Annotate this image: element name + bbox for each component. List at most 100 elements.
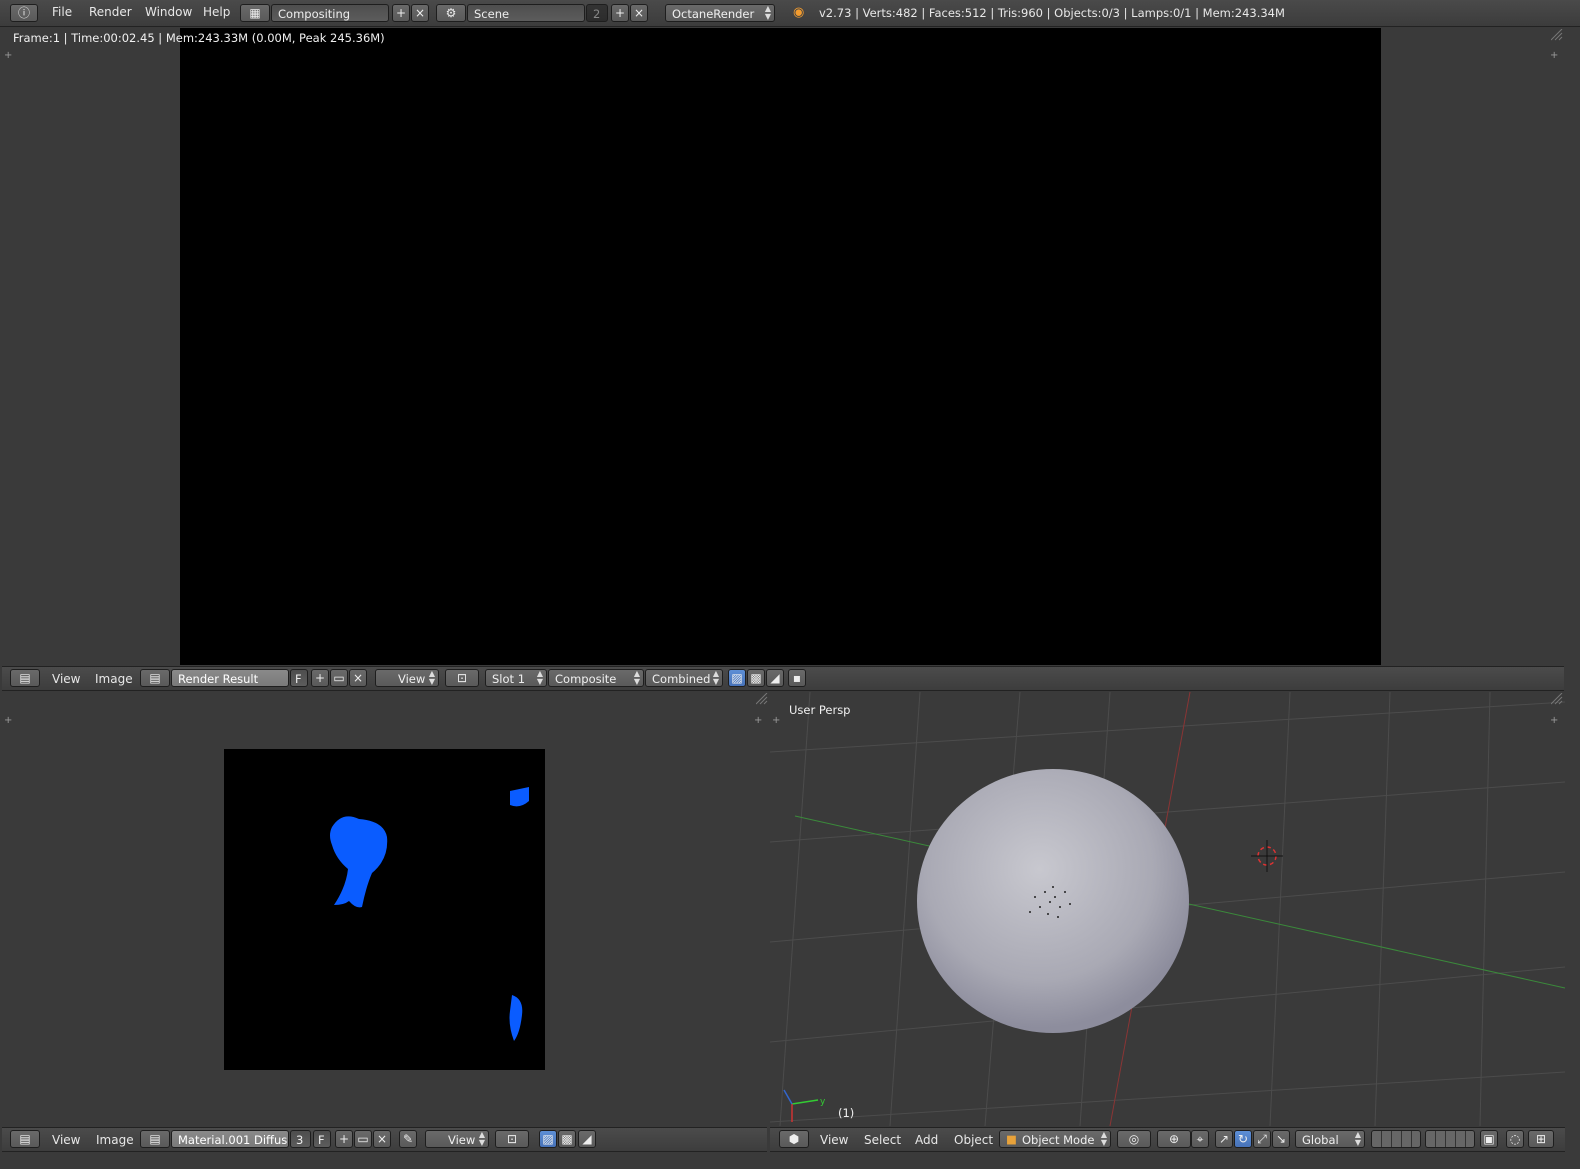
editor-type-image-icon[interactable]: ▤ bbox=[10, 1130, 40, 1148]
select-arrows-icon: ▲ ▼ bbox=[764, 4, 771, 21]
viewport-shading-icon[interactable]: ◎ bbox=[1117, 1130, 1151, 1148]
unlink-image-icon[interactable]: × bbox=[349, 669, 367, 687]
menu-render[interactable]: Render bbox=[89, 5, 132, 19]
draw-alpha-icon[interactable]: ▩ bbox=[558, 1130, 576, 1148]
scene-field[interactable]: Scene bbox=[467, 4, 585, 22]
slot-select[interactable]: Slot 1 ▲ ▼ bbox=[485, 669, 547, 687]
transform-orientation-select[interactable]: Global ▲ ▼ bbox=[1295, 1130, 1365, 1148]
render-engine-select[interactable]: OctaneRender ▲ ▼ bbox=[665, 4, 775, 22]
pivot-icon[interactable]: ⊡ bbox=[445, 669, 479, 687]
rotate-manipulator-icon[interactable]: ↻ bbox=[1234, 1130, 1252, 1148]
view-mode-label: View bbox=[448, 1133, 476, 1147]
browse-image-icon[interactable]: ▤ bbox=[140, 1130, 170, 1148]
area-split-icon[interactable]: + bbox=[4, 50, 12, 61]
scene-users-count: 2 bbox=[586, 4, 608, 22]
svg-text:y: y bbox=[820, 1097, 826, 1107]
remove-scene-icon[interactable]: × bbox=[630, 4, 648, 22]
view-mode-select[interactable]: View ▲ ▼ bbox=[375, 669, 439, 687]
draw-zbuffer-icon[interactable]: ◢ bbox=[578, 1130, 596, 1148]
select-arrows-icon: ▲ ▼ bbox=[478, 1130, 485, 1147]
fake-user-button[interactable]: F bbox=[290, 669, 308, 687]
area-corner-handle-icon[interactable] bbox=[1551, 693, 1563, 705]
new-image-icon[interactable]: + bbox=[311, 669, 329, 687]
menu-view[interactable]: View bbox=[820, 1133, 848, 1147]
scene-icon[interactable]: ⚙ bbox=[436, 4, 466, 22]
menu-file[interactable]: File bbox=[52, 5, 72, 19]
transform-orientation-label: Global bbox=[1302, 1133, 1339, 1147]
screen-layout-field[interactable]: Compositing bbox=[271, 4, 389, 22]
object-mode-icon: ■ bbox=[1006, 1132, 1017, 1146]
scale-manipulator-icon[interactable]: ⤢ bbox=[1253, 1130, 1271, 1148]
viewport-frame-number: (1) bbox=[838, 1106, 855, 1120]
screen-layout-icon[interactable]: ▦ bbox=[240, 4, 270, 22]
texture-editor-header: ▤ View Image ▤ Material.001 Diffus... 3 … bbox=[2, 1127, 767, 1152]
manipulator-extra-icon[interactable]: ↘ bbox=[1272, 1130, 1290, 1148]
select-arrows-icon: ▲ ▼ bbox=[1354, 1130, 1361, 1147]
pin-image-icon[interactable]: ✎ bbox=[399, 1130, 417, 1148]
axis-gizmo-icon bbox=[783, 1089, 819, 1122]
interaction-mode-label: Object Mode bbox=[1022, 1133, 1095, 1147]
3d-viewport[interactable]: y bbox=[770, 692, 1565, 1126]
proportional-edit-icon[interactable]: ◌ bbox=[1506, 1130, 1524, 1148]
select-arrows-icon: ▲ ▼ bbox=[633, 669, 640, 686]
menu-add[interactable]: Add bbox=[915, 1133, 938, 1147]
render-engine-label: OctaneRender bbox=[672, 7, 755, 21]
draw-zbuffer-icon[interactable]: ◢ bbox=[766, 669, 784, 687]
unlink-image-icon[interactable]: × bbox=[373, 1130, 391, 1148]
slot-label: Slot 1 bbox=[492, 672, 526, 686]
area-corner-handle-icon[interactable] bbox=[756, 693, 768, 705]
remove-layout-icon[interactable]: × bbox=[411, 4, 429, 22]
image-name-field[interactable]: Material.001 Diffus... bbox=[171, 1130, 289, 1148]
viewport-perspective-label: User Persp bbox=[789, 703, 851, 717]
menu-image[interactable]: Image bbox=[95, 672, 133, 686]
area-split-icon[interactable]: + bbox=[754, 715, 762, 726]
menu-view[interactable]: View bbox=[52, 1133, 80, 1147]
interaction-mode-select[interactable]: ■ Object Mode ▲ ▼ bbox=[999, 1130, 1111, 1148]
lock-camera-icon[interactable]: ▣ bbox=[1480, 1130, 1498, 1148]
image-users-count: 3 bbox=[290, 1130, 311, 1148]
fake-user-button[interactable]: F bbox=[313, 1130, 331, 1148]
draw-image-alpha-icon[interactable]: ▨ bbox=[728, 669, 746, 687]
new-image-icon[interactable]: + bbox=[335, 1130, 353, 1148]
editor-type-image-icon[interactable]: ▤ bbox=[10, 669, 40, 687]
render-layer-label: Composite bbox=[555, 672, 617, 686]
draw-alpha-icon[interactable]: ▩ bbox=[747, 669, 765, 687]
info-editor-type-button[interactable]: ⓘ bbox=[10, 4, 38, 22]
area-split-icon[interactable]: + bbox=[4, 715, 12, 726]
area-corner-handle-icon[interactable] bbox=[1551, 29, 1563, 41]
add-layout-icon[interactable]: + bbox=[392, 4, 410, 22]
snap-icon[interactable]: ⊞ bbox=[1528, 1130, 1554, 1148]
translate-manipulator-icon[interactable]: ↗ bbox=[1215, 1130, 1233, 1148]
open-image-icon[interactable]: ▭ bbox=[330, 669, 348, 687]
browse-image-icon[interactable]: ▤ bbox=[140, 669, 170, 687]
render-frame-info: Frame:1 | Time:00:02.45 | Mem:243.33M (0… bbox=[13, 31, 385, 45]
image-editor-header: ▤ View Image ▤ Render Result F + ▭ × Vie… bbox=[2, 666, 1564, 691]
menu-window[interactable]: Window bbox=[145, 5, 192, 19]
area-split-icon[interactable]: + bbox=[1550, 715, 1558, 726]
3d-cursor-icon[interactable] bbox=[1251, 840, 1283, 872]
area-split-icon[interactable]: + bbox=[772, 715, 780, 726]
menu-object[interactable]: Object bbox=[954, 1133, 993, 1147]
render-layer-select[interactable]: Composite ▲ ▼ bbox=[548, 669, 644, 687]
menu-select[interactable]: Select bbox=[864, 1133, 901, 1147]
scene-layers-group-2[interactable] bbox=[1425, 1130, 1475, 1148]
manipulator-toggle-icon[interactable]: ⌖ bbox=[1191, 1130, 1209, 1148]
scene-layers-group-1[interactable] bbox=[1371, 1130, 1421, 1148]
open-image-icon[interactable]: ▭ bbox=[354, 1130, 372, 1148]
image-name-field[interactable]: Render Result bbox=[171, 669, 289, 687]
area-split-icon[interactable]: + bbox=[1550, 50, 1558, 61]
view-mode-select[interactable]: View ▲ ▼ bbox=[425, 1130, 489, 1148]
pivot-point-icon[interactable]: ⊕ bbox=[1157, 1130, 1191, 1148]
select-arrows-icon: ▲ ▼ bbox=[428, 669, 435, 686]
menu-view[interactable]: View bbox=[52, 672, 80, 686]
pivot-icon[interactable]: ⊡ bbox=[495, 1130, 529, 1148]
pin-icon[interactable]: ▪ bbox=[788, 669, 806, 687]
add-scene-icon[interactable]: + bbox=[611, 4, 629, 22]
info-header: ⓘ File Render Window Help ▦ Compositing … bbox=[0, 0, 1580, 27]
editor-type-3d-icon[interactable]: ⬢ bbox=[779, 1130, 809, 1148]
menu-help[interactable]: Help bbox=[203, 5, 230, 19]
sphere-object[interactable] bbox=[917, 769, 1189, 1033]
render-pass-select[interactable]: Combined ▲ ▼ bbox=[645, 669, 723, 687]
draw-image-alpha-icon[interactable]: ▨ bbox=[539, 1130, 557, 1148]
menu-image[interactable]: Image bbox=[96, 1133, 134, 1147]
